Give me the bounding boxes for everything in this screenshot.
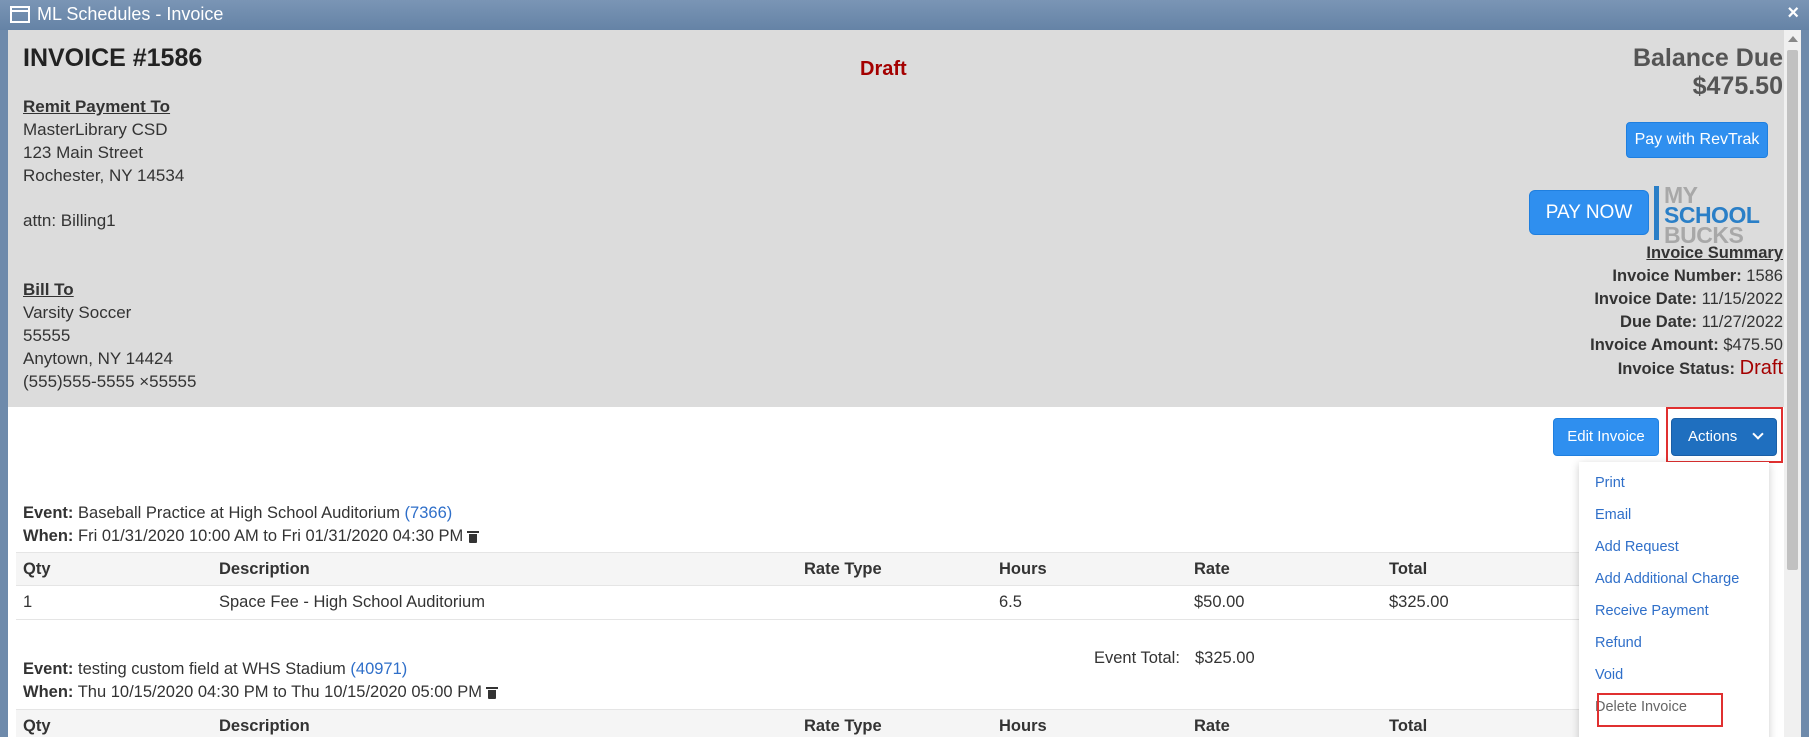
event-2-when: When: Thu 10/15/2020 04:30 PM to Thu 10/… xyxy=(23,683,498,702)
event-2-link[interactable]: (40971) xyxy=(350,660,407,678)
bill-to-address: Bill To Varsity Soccer 55555 Anytown, NY… xyxy=(23,278,196,393)
vertical-scrollbar[interactable] xyxy=(1784,30,1801,737)
menu-item-print[interactable]: Print xyxy=(1595,475,1625,491)
summary-due: Due Date: 11/27/2022 xyxy=(1620,313,1783,331)
summary-amount: Invoice Amount: $475.50 xyxy=(1590,336,1783,354)
draft-label: Draft xyxy=(860,58,907,80)
menu-item-refund[interactable]: Refund xyxy=(1595,635,1642,651)
invoice-summary: Invoice Summary Invoice Number: 1586 Inv… xyxy=(1384,242,1784,381)
event-1-when: When: Fri 01/31/2020 10:00 AM to Fri 01/… xyxy=(23,527,480,546)
remit-address: Remit Payment To MasterLibrary CSD 123 M… xyxy=(23,95,184,187)
scroll-up-icon[interactable] xyxy=(1788,36,1798,42)
bill-to-city: Anytown, NY 14424 xyxy=(23,349,173,368)
event-total-label: Event Total: xyxy=(1094,649,1180,667)
window-title: ML Schedules - Invoice xyxy=(37,4,224,24)
bill-to-name: Varsity Soccer xyxy=(23,303,132,322)
menu-item-add-additional-charge[interactable]: Add Additional Charge xyxy=(1595,571,1739,587)
event-1-table: Qty Description Rate Type Hours Rate Total 1 … xyxy=(16,552,1586,620)
event-2-title: Event: testing custom field at WHS Stadi… xyxy=(23,660,408,678)
menu-item-receive-payment[interactable]: Receive Payment xyxy=(1595,603,1709,619)
pay-with-revtrak-button[interactable]: Pay with RevTrak xyxy=(1626,122,1768,158)
remit-attn: attn: Billing1 xyxy=(23,211,116,230)
summary-date: Invoice Date: 11/15/2022 xyxy=(1594,290,1783,308)
table-header: Qty Description Rate Type Hours Rate Total xyxy=(16,709,1586,737)
event-total-value: $325.00 xyxy=(1195,649,1255,667)
bill-to-heading: Bill To xyxy=(23,280,74,299)
remit-city: Rochester, NY 14534 xyxy=(23,166,185,185)
menu-item-add-request[interactable]: Add Request xyxy=(1595,539,1679,555)
invoice-title: INVOICE #1586 xyxy=(23,44,203,72)
summary-status: Invoice Status: Draft xyxy=(1617,357,1783,379)
summary-number: Invoice Number: 1586 xyxy=(1612,267,1783,285)
window-icon xyxy=(10,6,30,23)
remit-street: 123 Main Street xyxy=(23,143,144,162)
bill-to-phone: (555)555-5555 ×55555 xyxy=(23,372,197,391)
trash-icon[interactable] xyxy=(485,687,498,699)
event-1-link[interactable]: (7366) xyxy=(405,504,453,522)
remit-name: MasterLibrary CSD xyxy=(23,120,168,139)
remit-heading: Remit Payment To xyxy=(23,97,171,116)
table-header: Qty Description Rate Type Hours Rate Total xyxy=(16,552,1586,586)
invoice-content: INVOICE #1586 Draft Remit Payment To Mas… xyxy=(8,30,1784,737)
delete-highlight xyxy=(1597,693,1723,727)
event-2-table: Qty Description Rate Type Hours Rate Total xyxy=(16,709,1586,737)
actions-highlight xyxy=(1666,407,1783,463)
table-row: 1 Space Fee - High School Auditorium 6.5… xyxy=(16,585,1586,620)
event-1-title: Event: Baseball Practice at High School … xyxy=(23,504,453,522)
summary-heading: Invoice Summary xyxy=(1646,244,1783,262)
scrollbar-thumb[interactable] xyxy=(1787,50,1798,570)
title-bar: ML Schedules - Invoice × xyxy=(0,0,1809,30)
invoice-window: ML Schedules - Invoice × INVOICE #1586 D… xyxy=(0,0,1809,737)
edit-invoice-button[interactable]: Edit Invoice xyxy=(1553,418,1659,456)
bill-to-line2: 55555 xyxy=(23,326,71,345)
myschoolbucks-logo[interactable]: MY SCHOOL BUCKS xyxy=(1654,182,1774,247)
close-icon[interactable]: × xyxy=(1787,2,1799,25)
balance-due: Balance Due $475.50 xyxy=(1384,44,1784,100)
trash-icon[interactable] xyxy=(467,531,480,543)
invoice-header: INVOICE #1586 Draft Remit Payment To Mas… xyxy=(8,30,1784,407)
menu-item-void[interactable]: Void xyxy=(1595,667,1623,683)
menu-item-email[interactable]: Email xyxy=(1595,507,1631,523)
balance-amount: $475.50 xyxy=(1692,72,1783,100)
balance-label: Balance Due xyxy=(1632,44,1783,72)
pay-now-button[interactable]: PAY NOW xyxy=(1529,190,1649,235)
